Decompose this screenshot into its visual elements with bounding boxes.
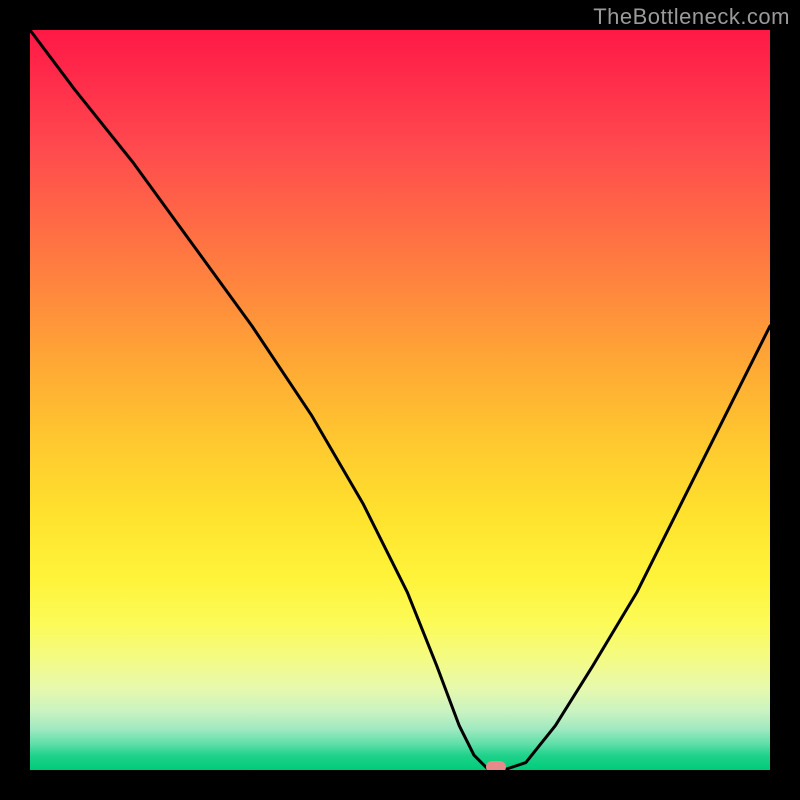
watermark-text: TheBottleneck.com: [593, 4, 790, 30]
chart-frame: TheBottleneck.com: [0, 0, 800, 800]
bottleneck-curve: [30, 30, 770, 770]
optimal-marker: [486, 761, 506, 770]
plot-area: [30, 30, 770, 770]
